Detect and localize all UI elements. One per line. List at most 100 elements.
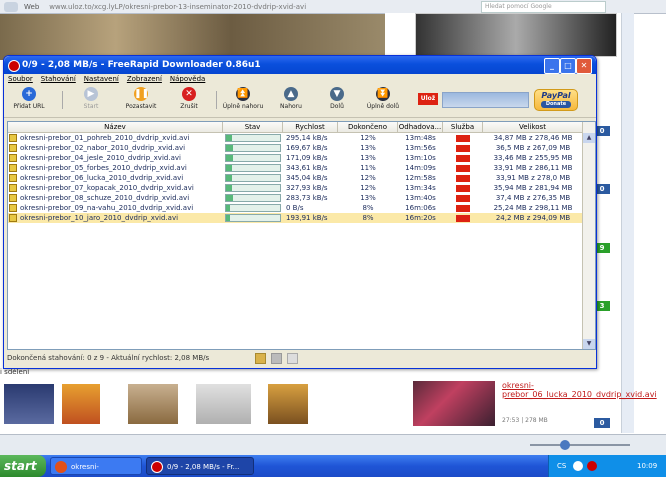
file-name: okresni-prebor_07_kopacak_2010_dvdrip_xv… bbox=[8, 183, 223, 193]
start-label: Start bbox=[83, 103, 99, 110]
titlebar[interactable]: 0/9 - 2,08 MB/s - FreeRapid Downloader 0… bbox=[4, 56, 596, 74]
pause-icon: ❚❚ bbox=[134, 87, 150, 101]
progress-cell bbox=[223, 133, 283, 143]
menu-napoveda[interactable]: Nápověda bbox=[170, 74, 205, 85]
progress-cell bbox=[223, 143, 283, 153]
cancel-button[interactable]: ✕ Zrušit bbox=[168, 87, 210, 110]
progress-fill bbox=[226, 165, 232, 171]
download-table: Název Stav Rychlost Dokončeno Odhadova..… bbox=[7, 121, 596, 350]
pause-button[interactable]: ❚❚ Pozastavit bbox=[120, 87, 162, 110]
menu-zobrazeni[interactable]: Zobrazení bbox=[127, 74, 162, 85]
progress-bar bbox=[225, 154, 281, 162]
start-button[interactable]: start bbox=[0, 455, 46, 477]
done-percent: 12% bbox=[360, 184, 376, 192]
google-search-input[interactable]: Hledat pomocí Google bbox=[481, 1, 606, 13]
column-header-service[interactable]: Služba bbox=[443, 122, 483, 132]
column-header-speed[interactable]: Rychlost bbox=[283, 122, 338, 132]
product-thumb-1[interactable] bbox=[4, 384, 54, 424]
status-icon[interactable] bbox=[255, 353, 266, 364]
column-header-state[interactable]: Stav bbox=[223, 122, 283, 132]
table-row[interactable]: okresni-prebor_08_schuze_2010_dvdrip_xvi… bbox=[8, 193, 595, 203]
product-thumb-5[interactable] bbox=[268, 384, 308, 424]
firefox-icon bbox=[55, 461, 67, 473]
taskbar-item-frd[interactable]: 0/9 - 2,08 MB/s - Fr... bbox=[146, 457, 254, 475]
speed: 193,91 kB/s bbox=[286, 214, 328, 222]
browser-scrollbar[interactable] bbox=[621, 13, 634, 433]
speed: 283,73 kB/s bbox=[286, 194, 328, 202]
add-url-button[interactable]: + Přidat URL bbox=[8, 87, 50, 110]
menu-stahovani[interactable]: Stahování bbox=[41, 74, 76, 85]
progress-fill bbox=[226, 145, 234, 151]
product-thumb-2[interactable] bbox=[62, 384, 100, 424]
app-icon bbox=[8, 60, 20, 72]
video-thumbnail[interactable] bbox=[413, 381, 495, 426]
status-icon[interactable] bbox=[271, 353, 282, 364]
uloz-service-icon bbox=[456, 134, 470, 142]
play-icon: ▶ bbox=[84, 87, 98, 101]
table-row[interactable]: okresni-prebor_07_kopacak_2010_dvdrip_xv… bbox=[8, 183, 595, 193]
paypal-donate-button[interactable]: PayPal Donate bbox=[534, 89, 578, 111]
language-indicator[interactable]: CS bbox=[557, 455, 566, 477]
uloz-service-icon bbox=[456, 194, 470, 202]
scroll-down-icon[interactable]: ▼ bbox=[583, 339, 595, 349]
table-row[interactable]: okresni-prebor_09_na-vahu_2010_dvdrip_xv… bbox=[8, 203, 595, 213]
column-header-done[interactable]: Dokončeno bbox=[338, 122, 398, 132]
table-row[interactable]: okresni-prebor_05_forbes_2010_dvdrip_xvi… bbox=[8, 163, 595, 173]
move-bottom-icon: ⏬ bbox=[376, 87, 390, 101]
quick-search-input[interactable] bbox=[442, 92, 529, 108]
move-top-button[interactable]: ⏫ Úplně nahoru bbox=[222, 87, 264, 110]
progress-fill bbox=[226, 175, 233, 181]
menu-soubor[interactable]: Soubor bbox=[8, 74, 33, 85]
product-thumb-4[interactable] bbox=[196, 384, 251, 424]
table-row[interactable]: okresni-prebor_04_jesle_2010_dvdrip_xvid… bbox=[8, 153, 595, 163]
done-percent: 12% bbox=[360, 134, 376, 142]
file-icon bbox=[9, 174, 17, 182]
menu-nastaveni[interactable]: Nastavení bbox=[84, 74, 119, 85]
zoom-slider[interactable] bbox=[530, 444, 630, 446]
done-percent: 13% bbox=[360, 154, 376, 162]
move-up-button[interactable]: ▲ Nahoru bbox=[270, 87, 312, 110]
address-bar[interactable]: www.uloz.to/xcg.lyLP/okresni-prebor-13-i… bbox=[45, 2, 306, 12]
column-header-name[interactable]: Název bbox=[8, 122, 223, 132]
file-name: okresni-prebor_01_pohreb_2010_dvdrip_xvi… bbox=[8, 133, 223, 143]
freerapid-window: 0/9 - 2,08 MB/s - FreeRapid Downloader 0… bbox=[3, 55, 597, 369]
table-scrollbar[interactable]: ▲ ▼ bbox=[582, 122, 595, 349]
file-name: okresni-prebor_09_na-vahu_2010_dvdrip_xv… bbox=[8, 203, 223, 213]
column-header-eta[interactable]: Odhadova... bbox=[398, 122, 443, 132]
table-row[interactable]: okresni-prebor_02_nabor_2010_dvdrip_xvid… bbox=[8, 143, 595, 153]
file-name-text: okresni-prebor_06_lucka_2010_dvdrip_xvid… bbox=[20, 174, 184, 182]
video-link[interactable]: okresni-prebor_06_lucka_2010_dvdrip_xvid… bbox=[502, 381, 657, 399]
size: 37,4 MB z 276,35 MB bbox=[495, 194, 571, 202]
maximize-icon[interactable]: □ bbox=[560, 58, 576, 74]
size: 33,91 MB z 278,0 MB bbox=[495, 174, 571, 182]
size: 36,5 MB z 267,09 MB bbox=[495, 144, 571, 152]
eta: 16m:20s bbox=[405, 214, 436, 222]
ad-banner[interactable] bbox=[415, 13, 617, 57]
column-header-size[interactable]: Velikost bbox=[483, 122, 583, 132]
back-icon[interactable] bbox=[4, 1, 18, 12]
tray-icon[interactable] bbox=[573, 461, 583, 471]
file-name-text: okresni-prebor_09_na-vahu_2010_dvdrip_xv… bbox=[20, 204, 194, 212]
cancel-label: Zrušit bbox=[180, 103, 198, 110]
start-download-button[interactable]: ▶ Start bbox=[70, 87, 112, 110]
tray-icon[interactable] bbox=[587, 461, 597, 471]
move-up-label: Nahoru bbox=[280, 103, 302, 110]
close-icon[interactable]: ✕ bbox=[576, 58, 592, 74]
zoom-slider-thumb[interactable] bbox=[560, 440, 570, 450]
product-thumb-3[interactable] bbox=[128, 384, 178, 424]
table-row[interactable]: okresni-prebor_01_pohreb_2010_dvdrip_xvi… bbox=[8, 133, 595, 143]
move-bottom-button[interactable]: ⏬ Úplně dolů bbox=[362, 87, 404, 110]
taskbar-item-browser[interactable]: okresni-prebor_13_in... bbox=[50, 457, 142, 489]
minimize-icon[interactable]: _ bbox=[544, 58, 560, 74]
file-name: okresni-prebor_10_jaro_2010_dvdrip_xvid.… bbox=[8, 213, 223, 223]
table-row[interactable]: okresni-prebor_10_jaro_2010_dvdrip_xvid.… bbox=[8, 213, 595, 223]
plus-icon: + bbox=[22, 87, 36, 101]
move-down-button[interactable]: ▼ Dolů bbox=[316, 87, 358, 110]
status-icon[interactable] bbox=[287, 353, 298, 364]
scroll-up-icon[interactable]: ▲ bbox=[583, 133, 595, 143]
file-name-text: okresni-prebor_08_schuze_2010_dvdrip_xvi… bbox=[20, 194, 190, 202]
table-row[interactable]: okresni-prebor_06_lucka_2010_dvdrip_xvid… bbox=[8, 173, 595, 183]
file-icon bbox=[9, 144, 17, 152]
speed: 343,61 kB/s bbox=[286, 164, 328, 172]
progress-cell bbox=[223, 163, 283, 173]
